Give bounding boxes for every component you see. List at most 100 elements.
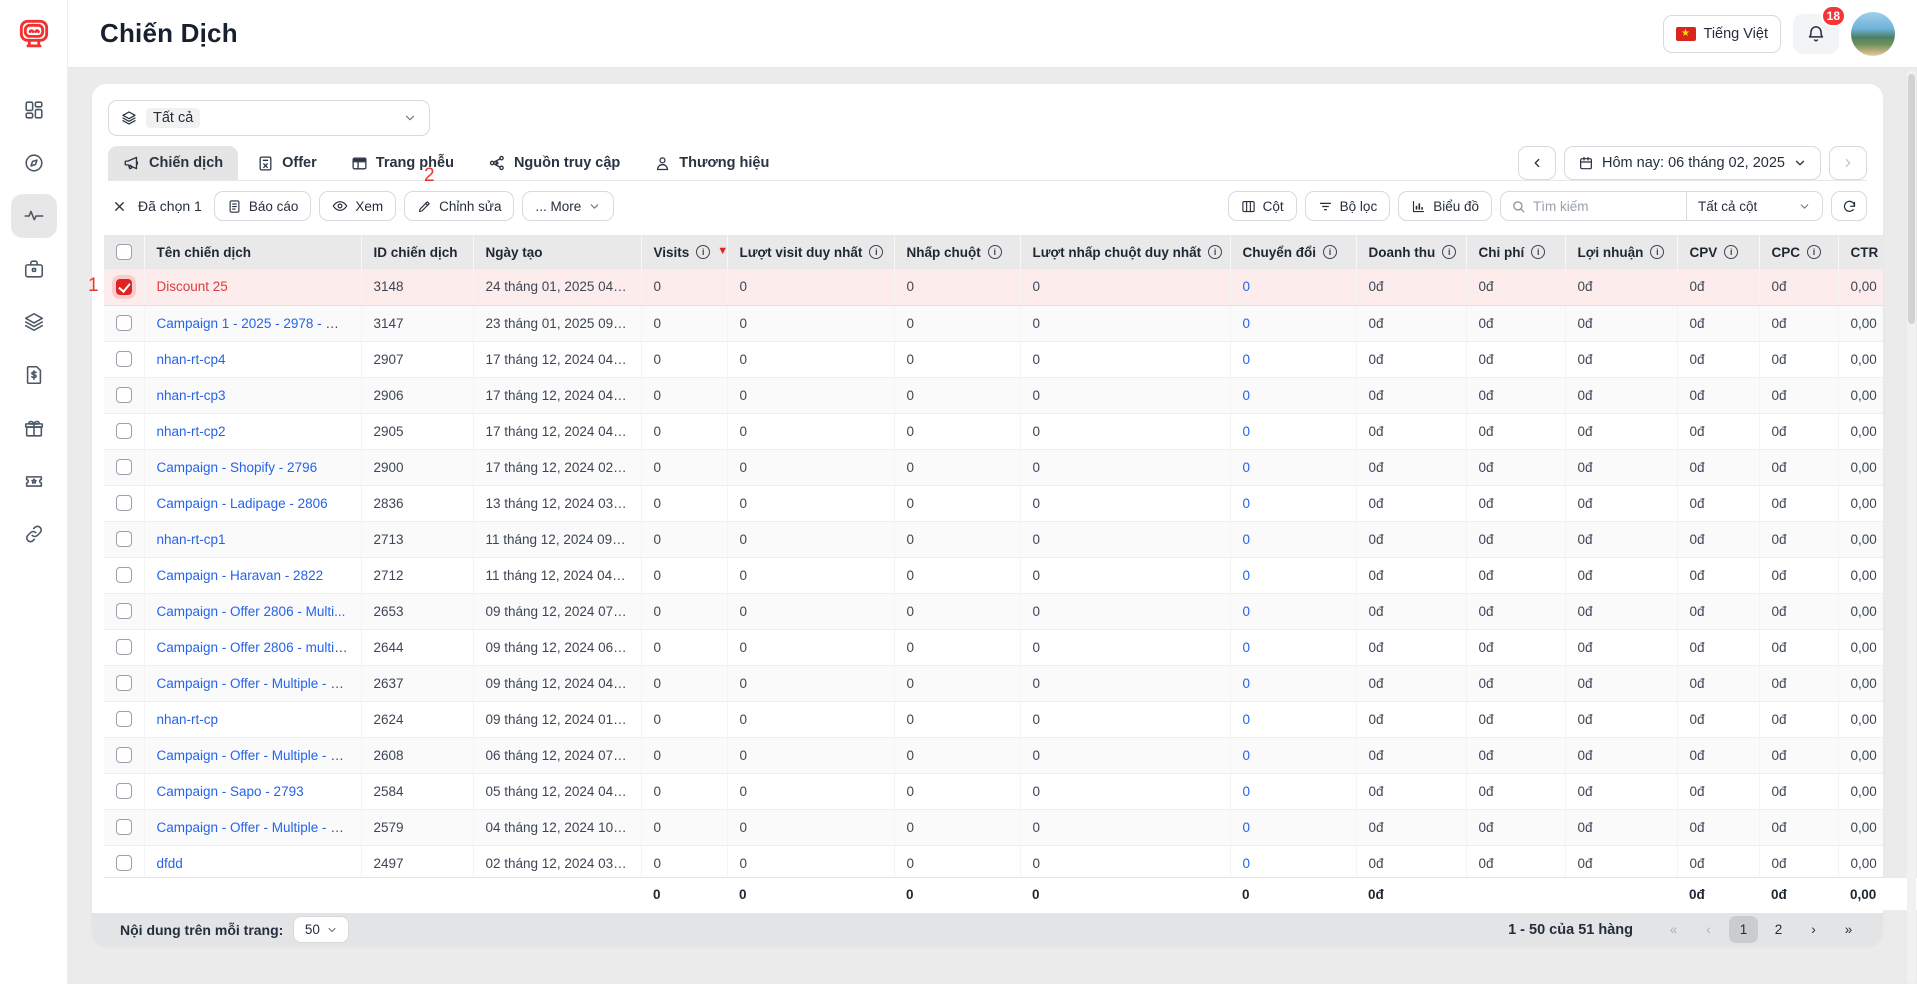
conversions-link[interactable]: 0 xyxy=(1243,712,1251,727)
conversions-link[interactable]: 0 xyxy=(1243,784,1251,799)
conversions-link[interactable]: 0 xyxy=(1243,640,1251,655)
campaign-name-link[interactable]: Campaign - Haravan - 2822 xyxy=(157,568,324,583)
row-checkbox[interactable] xyxy=(116,387,132,403)
campaign-name-link[interactable]: nhan-rt-cp1 xyxy=(157,532,226,547)
row-checkbox[interactable] xyxy=(116,603,132,619)
sidebar-item-compass[interactable] xyxy=(11,141,57,185)
info-icon[interactable]: i xyxy=(987,245,1002,259)
tab-chiến-dịch[interactable]: Chiến dịch xyxy=(108,146,239,180)
row-checkbox[interactable] xyxy=(116,459,132,475)
prev-page-button[interactable]: ‹ xyxy=(1694,916,1723,943)
sidebar-item-campaign-activity[interactable] xyxy=(10,194,57,238)
conversions-link[interactable]: 0 xyxy=(1243,604,1251,619)
campaign-name-link[interactable]: Campaign - Offer - Multiple - 1... xyxy=(157,820,350,835)
sidebar-item-link[interactable] xyxy=(11,512,57,556)
conversions-link[interactable]: 0 xyxy=(1243,568,1251,583)
row-checkbox[interactable] xyxy=(116,783,132,799)
row-checkbox[interactable] xyxy=(116,855,132,871)
date-next-button[interactable] xyxy=(1829,146,1867,180)
tab-nguồn-truy-cập[interactable]: Nguồn truy cập xyxy=(473,146,635,180)
info-icon[interactable]: i xyxy=(1442,245,1457,259)
column-header-ngày-tạo[interactable]: Ngày tạo xyxy=(473,235,642,269)
report-button[interactable]: Báo cáo xyxy=(213,191,312,221)
column-header-lượt-nhấp-chuột-duy-nhất[interactable]: Lượt nhấp chuột duy nhất i xyxy=(1020,235,1231,269)
more-button[interactable]: ... More xyxy=(522,191,615,221)
page-scrollbar[interactable] xyxy=(1907,70,1916,984)
search-input[interactable] xyxy=(1533,198,1663,214)
campaign-name-link[interactable]: Discount 25 xyxy=(157,279,228,294)
conversions-link[interactable]: 0 xyxy=(1243,352,1251,367)
campaign-name-link[interactable]: Campaign - Offer - Multiple - 2... xyxy=(157,748,350,763)
conversions-link[interactable]: 0 xyxy=(1243,424,1251,439)
row-checkbox[interactable] xyxy=(116,423,132,439)
conversions-link[interactable]: 0 xyxy=(1243,316,1251,331)
select-all-checkbox[interactable] xyxy=(116,244,132,260)
row-checkbox[interactable] xyxy=(116,495,132,511)
refresh-button[interactable] xyxy=(1831,191,1867,221)
sidebar-item-layers[interactable] xyxy=(11,300,57,344)
column-header-doanh-thu[interactable]: Doanh thu i xyxy=(1356,235,1467,269)
campaign-name-link[interactable]: Campaign 1 - 2025 - 2978 - DMR xyxy=(157,316,357,331)
conversions-link[interactable]: 0 xyxy=(1243,820,1251,835)
column-header-nhấp-chuột[interactable]: Nhấp chuột i xyxy=(894,235,1021,269)
row-checkbox[interactable] xyxy=(116,639,132,655)
clear-selection-button[interactable] xyxy=(108,195,130,217)
page-button-1[interactable]: 1 xyxy=(1729,916,1758,943)
conversions-link[interactable]: 0 xyxy=(1243,279,1251,294)
info-icon[interactable]: i xyxy=(1323,245,1337,259)
row-checkbox[interactable] xyxy=(116,351,132,367)
conversions-link[interactable]: 0 xyxy=(1243,748,1251,763)
row-checkbox[interactable] xyxy=(116,531,132,547)
user-avatar[interactable] xyxy=(1851,11,1895,56)
last-page-button[interactable]: » xyxy=(1834,916,1863,943)
page-button-2[interactable]: 2 xyxy=(1764,916,1793,943)
campaign-name-link[interactable]: Campaign - Offer 2806 - Multi... xyxy=(157,604,346,619)
app-logo-robot-icon[interactable] xyxy=(14,14,54,54)
campaign-name-link[interactable]: nhan-rt-cp2 xyxy=(157,424,226,439)
column-scope-select[interactable]: Tất cả cột xyxy=(1687,199,1822,214)
info-icon[interactable]: i xyxy=(869,245,884,259)
view-button[interactable]: Xem xyxy=(319,191,397,221)
campaign-name-link[interactable]: nhan-rt-cp xyxy=(157,712,219,727)
conversions-link[interactable]: 0 xyxy=(1243,532,1251,547)
sidebar-item-gift[interactable] xyxy=(11,406,57,450)
next-page-button[interactable]: › xyxy=(1799,916,1828,943)
conversions-link[interactable]: 0 xyxy=(1243,496,1251,511)
campaign-name-link[interactable]: nhan-rt-cp4 xyxy=(157,352,226,367)
info-icon[interactable]: i xyxy=(696,245,711,259)
tab-trang-phễu[interactable]: Trang phễu xyxy=(336,146,469,180)
conversions-link[interactable]: 0 xyxy=(1243,856,1251,871)
sidebar-item-dashboard[interactable] xyxy=(11,88,57,132)
tab-offer[interactable]: Offer xyxy=(242,146,332,180)
column-header-lượt-visit-duy-nhất[interactable]: Lượt visit duy nhất i xyxy=(727,235,895,269)
conversions-link[interactable]: 0 xyxy=(1243,460,1251,475)
sidebar-item-invoice[interactable] xyxy=(11,353,57,397)
column-header-visits[interactable]: Visitsi▼ xyxy=(641,235,728,269)
conversions-link[interactable]: 0 xyxy=(1243,676,1251,691)
column-header-tên-chiến-dịch[interactable]: Tên chiến dịch xyxy=(144,235,362,269)
column-header-cpc[interactable]: CPC i xyxy=(1759,235,1839,269)
first-page-button[interactable]: « xyxy=(1659,916,1688,943)
row-checkbox[interactable] xyxy=(116,278,132,295)
column-header-id-chiến-dịch[interactable]: ID chiến dịch xyxy=(361,235,474,269)
campaign-name-link[interactable]: dfdd xyxy=(157,856,183,871)
campaign-name-link[interactable]: Campaign - Offer 2806 - multip... xyxy=(157,640,353,655)
campaign-name-link[interactable]: Campaign - Ladipage - 2806 xyxy=(157,496,328,511)
info-icon[interactable]: i xyxy=(1531,245,1546,259)
notifications-button[interactable]: 18 xyxy=(1793,4,1846,54)
column-header-lợi-nhuận[interactable]: Lợi nhuận i xyxy=(1565,235,1678,269)
column-header-chi-phí[interactable]: Chi phí i xyxy=(1466,235,1566,269)
language-button[interactable]: ★ Tiếng Việt xyxy=(1662,14,1781,53)
info-icon[interactable]: i xyxy=(1208,245,1223,259)
row-checkbox[interactable] xyxy=(116,711,132,727)
info-icon[interactable]: i xyxy=(1724,245,1739,259)
sidebar-item-briefcase[interactable] xyxy=(11,247,57,291)
row-checkbox[interactable] xyxy=(116,675,132,691)
campaign-name-link[interactable]: nhan-rt-cp3 xyxy=(157,388,226,403)
sidebar-item-ticket[interactable] xyxy=(11,459,57,503)
date-prev-button[interactable] xyxy=(1518,146,1556,180)
column-header-ctr[interactable]: CTR xyxy=(1838,235,1883,269)
chart-button[interactable]: Biểu đồ xyxy=(1398,191,1492,221)
campaign-name-link[interactable]: Campaign - Sapo - 2793 xyxy=(157,784,304,799)
row-checkbox[interactable] xyxy=(116,747,132,763)
